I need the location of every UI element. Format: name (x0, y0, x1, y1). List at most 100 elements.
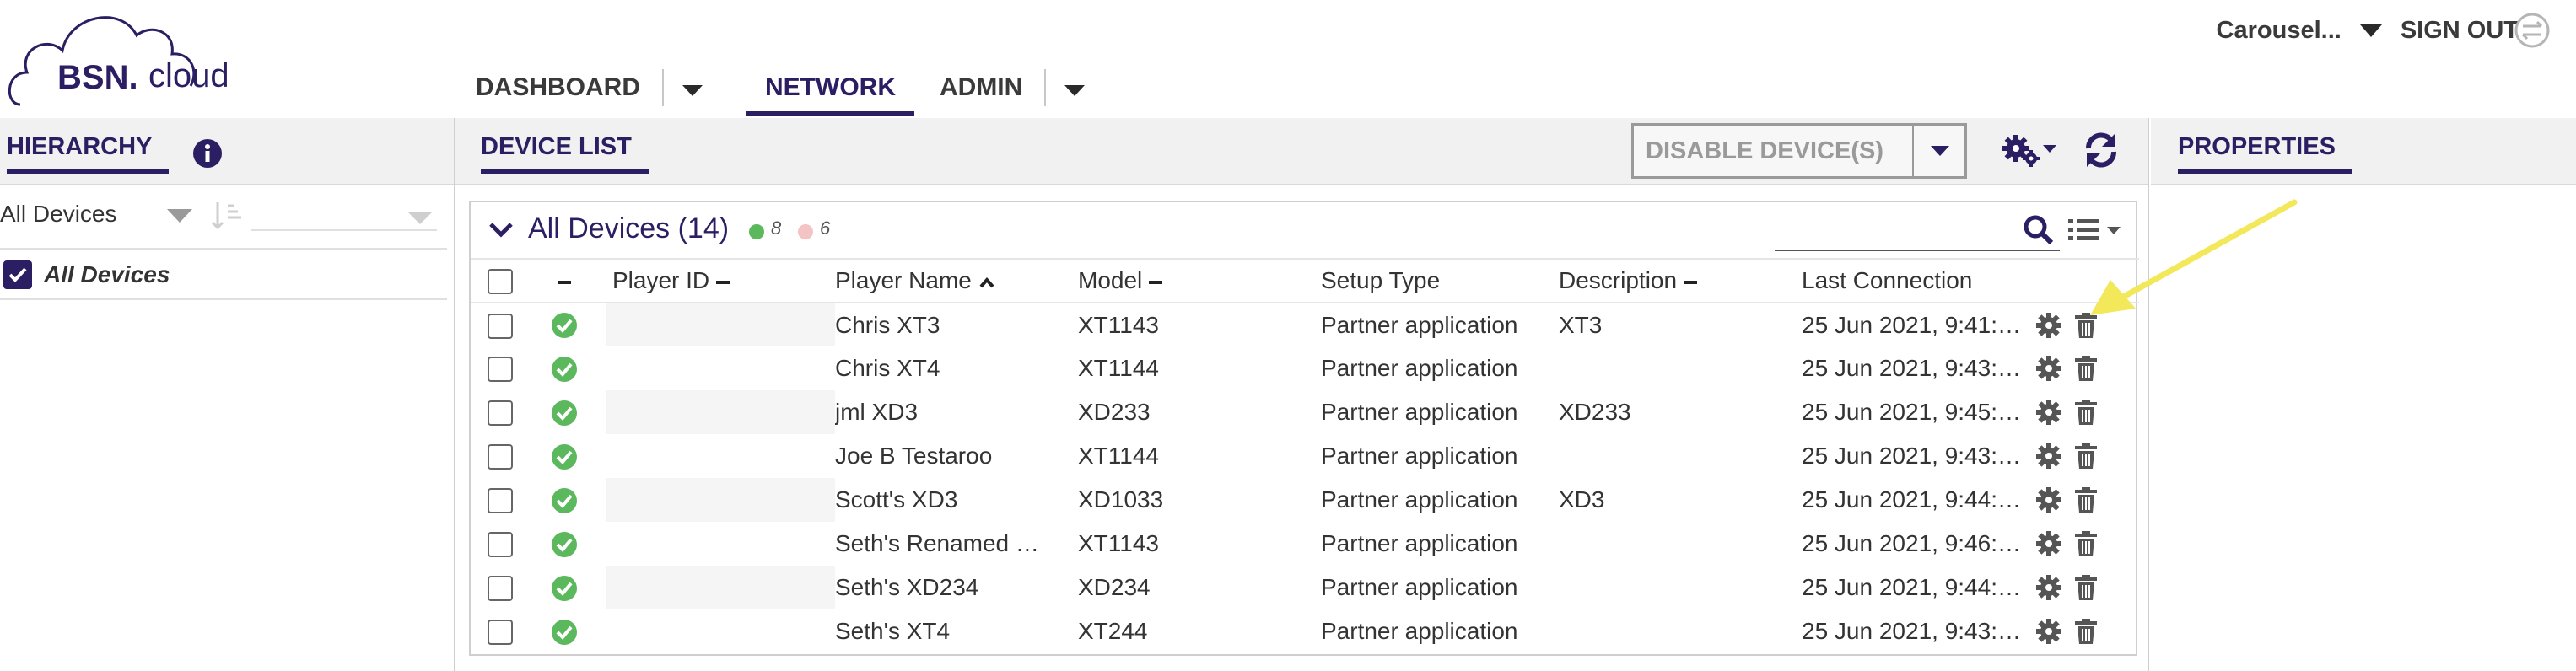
player-id-cell (606, 609, 835, 653)
player-name-cell: Scott's XD3 (835, 486, 958, 513)
table-row[interactable]: Chris XT4 XT1144 Partner application 25 Jun… (471, 346, 2139, 390)
model-cell: XT1143 (1078, 530, 1159, 556)
row-checkbox[interactable] (488, 400, 513, 427)
row-checkbox[interactable] (488, 576, 513, 602)
offline-status-dot (798, 224, 813, 239)
gears-icon[interactable] (1999, 130, 2060, 170)
info-icon[interactable] (192, 138, 223, 169)
trash-icon[interactable] (2072, 617, 2100, 646)
panel-divider-right[interactable] (2148, 118, 2149, 671)
setup-type-header[interactable]: Setup Type (1321, 259, 1559, 303)
gear-icon[interactable] (2034, 442, 2063, 470)
dashboard-menu-caret-icon[interactable] (682, 85, 703, 96)
gear-icon[interactable] (2034, 354, 2063, 383)
description-header[interactable]: Description (1559, 259, 1802, 303)
collapse-chevron-icon[interactable] (488, 219, 515, 239)
row-checkbox[interactable] (488, 532, 513, 558)
filter-caret-icon[interactable] (167, 209, 192, 223)
sync-icon[interactable] (2514, 12, 2551, 49)
status-cell (523, 434, 606, 478)
player-id-cell (606, 303, 835, 346)
last-connection-header[interactable]: Last Connection (1802, 259, 2139, 303)
description-cell (1559, 434, 1802, 478)
table-row[interactable]: Chris XT3 XT1143 Partner application XT3 25 … (471, 303, 2139, 346)
table-row[interactable]: Joe B Testaroo XT1144 Partner application 2… (471, 434, 2139, 478)
player-id-header[interactable]: Player ID (606, 259, 835, 303)
disable-menu-caret-icon[interactable] (1931, 146, 1949, 156)
search-icon[interactable] (2023, 214, 2055, 246)
player-name-cell: Chris XT3 (835, 311, 940, 338)
select-all-checkbox[interactable] (488, 269, 513, 295)
list-view-icon[interactable] (2067, 216, 2124, 244)
nav-dashboard[interactable]: DASHBOARD (469, 59, 647, 116)
sort-caret-icon[interactable] (408, 212, 432, 224)
account-menu-caret-icon[interactable] (2359, 24, 2382, 37)
table-row[interactable]: Seth's Renamed … XT1143 Partner applicatio… (471, 522, 2139, 566)
player-name-cell: Seth's XD234 (835, 574, 979, 600)
trash-icon[interactable] (2072, 354, 2100, 383)
sort-select[interactable] (251, 201, 437, 231)
online-count: 8 (771, 217, 782, 239)
table-row[interactable]: Seth's XT4 XT244 Partner application 25 Jun… (471, 609, 2139, 653)
gear-icon[interactable] (2034, 311, 2063, 340)
description-cell (1559, 566, 1802, 609)
setup-type-cell: Partner application (1321, 486, 1518, 513)
last-connection-cell: 25 Jun 2021, 9:44:… (1802, 574, 2021, 600)
trash-icon[interactable] (2072, 573, 2100, 602)
trash-icon[interactable] (2072, 486, 2100, 514)
row-checkbox[interactable] (488, 620, 513, 646)
trash-icon[interactable] (2072, 311, 2100, 340)
gear-icon[interactable] (2034, 573, 2063, 602)
status-cell (523, 522, 606, 566)
trash-icon[interactable] (2072, 398, 2100, 427)
player-name-header[interactable]: Player Name (835, 259, 1078, 303)
hierarchy-filter-row: All Devices (0, 197, 447, 234)
row-checkbox[interactable] (488, 488, 513, 514)
check-icon (8, 267, 27, 282)
account-name[interactable]: Carousel... (2217, 17, 2342, 45)
table-row[interactable]: Seth's XD234 XD234 Partner application 25 J… (471, 566, 2139, 609)
last-connection-header-label: Last Connection (1802, 267, 1973, 293)
row-select-cell (471, 609, 523, 653)
last-connection-cell: 25 Jun 2021, 9:46:… (1802, 530, 2021, 556)
table-row[interactable]: Scott's XD3 XD1033 Partner application XD3 2… (471, 478, 2139, 522)
properties-header: PROPERTIES (2151, 118, 2576, 185)
tree-checkbox-checked[interactable] (3, 260, 32, 289)
gear-icon[interactable] (2034, 529, 2063, 558)
status-column-header[interactable] (523, 259, 606, 303)
admin-menu-caret-icon[interactable] (1064, 85, 1086, 96)
model-cell: XT1144 (1078, 443, 1159, 469)
last-connection-cell: 25 Jun 2021, 9:41:… (1802, 311, 2021, 338)
gear-icon[interactable] (2034, 398, 2063, 427)
nav-network[interactable]: NETWORK (746, 59, 914, 116)
nav-admin[interactable]: ADMIN (933, 59, 1029, 116)
table-row[interactable]: jml XD3 XD233 Partner application XD233 25 J… (471, 390, 2139, 434)
bsn-cloud-logo[interactable]: BSN. cloud (3, 2, 248, 111)
row-checkbox[interactable] (488, 313, 513, 339)
refresh-icon[interactable] (2082, 130, 2121, 170)
tree-item-all-devices[interactable]: All Devices (0, 258, 170, 292)
row-select-cell (471, 346, 523, 390)
status-check-icon (552, 531, 577, 557)
trash-icon[interactable] (2072, 529, 2100, 558)
gear-icon[interactable] (2034, 486, 2063, 514)
disable-devices-button[interactable]: DISABLE DEVICE(S) (1631, 123, 1967, 179)
device-search-input[interactable] (1775, 216, 2019, 250)
player-name-cell: jml XD3 (835, 399, 919, 425)
sign-out-link[interactable]: SIGN OUT (2401, 17, 2519, 45)
hierarchy-filter-select[interactable]: All Devices (0, 201, 116, 228)
sort-icon[interactable] (209, 201, 243, 231)
setup-type-cell: Partner application (1321, 355, 1518, 381)
button-divider (1912, 125, 1914, 177)
online-status-dot (749, 224, 764, 239)
sort-none-icon (1684, 280, 1698, 284)
last-connection-cell: 25 Jun 2021, 9:45:… (1802, 399, 2021, 425)
row-actions-cell (2034, 566, 2139, 609)
status-cell (523, 346, 606, 390)
gear-icon[interactable] (2034, 617, 2063, 646)
row-checkbox[interactable] (488, 357, 513, 383)
panel-divider-left[interactable] (454, 118, 455, 671)
model-header[interactable]: Model (1078, 259, 1321, 303)
trash-icon[interactable] (2072, 442, 2100, 470)
row-checkbox[interactable] (488, 444, 513, 470)
